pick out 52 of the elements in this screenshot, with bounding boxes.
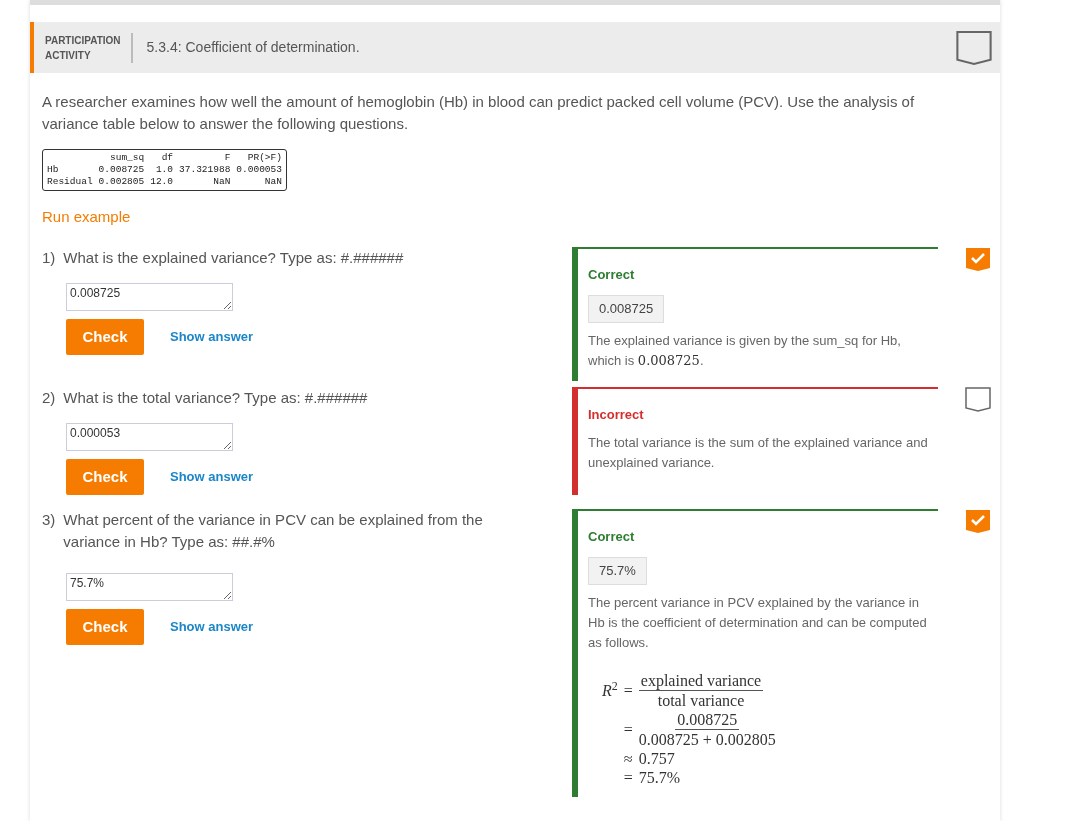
feedback-status: Correct bbox=[588, 266, 636, 284]
formula-operator: ≈ bbox=[623, 749, 633, 768]
explanation-text: The percent variance in PCV explained by the variance in Hb is the coefficient of determination and can be computed as follows. bbox=[588, 594, 928, 652]
show-answer-link[interactable]: Show answer bbox=[170, 617, 254, 637]
table-cell: 0.000053 bbox=[230, 164, 282, 176]
row-label: Residual bbox=[47, 176, 93, 188]
feedback-status: Incorrect bbox=[588, 406, 645, 424]
fraction-numerator: 0.008725 bbox=[675, 710, 740, 730]
show-answer-link[interactable]: Show answer bbox=[170, 467, 254, 487]
activity-type-label: PARTICIPATION ACTIVITY bbox=[45, 32, 133, 63]
table-cell: 37.321988 bbox=[173, 164, 231, 176]
table-cell: NaN bbox=[173, 176, 231, 188]
question-text: What is the explained variance? Type as: #.###### bbox=[63, 248, 404, 268]
table-cell: 12.0 bbox=[144, 176, 174, 188]
feedback-status: Correct bbox=[588, 528, 636, 546]
table-cell: 1.0 bbox=[144, 164, 174, 176]
explanation-text: The total variance is the sum of the explained variance and unexplained variance. bbox=[588, 434, 928, 472]
check-button[interactable]: Check bbox=[66, 609, 144, 645]
column-header: sum_sq bbox=[109, 152, 145, 164]
row-label: Hb bbox=[47, 164, 60, 176]
explanation-text: The explained variance is given by the sum_sq for Hb, which is 0.008725. bbox=[588, 332, 902, 370]
table-cell-text: 0.008725 bbox=[97, 164, 145, 176]
column-header: F bbox=[173, 152, 231, 164]
fraction-numerator: explained variance bbox=[638, 671, 764, 691]
formula-operator: = bbox=[623, 768, 633, 787]
run-example-link[interactable]: Run example bbox=[42, 206, 131, 229]
question-number: 1) bbox=[42, 248, 56, 268]
check-button[interactable]: Check bbox=[66, 319, 144, 355]
intro-paragraph: A researcher examines how well the amount of hemoglobin (Hb) in blood can predict packed cell volume (PCV). Use the analysis of variance table below to answer the following questions. bbox=[42, 92, 916, 134]
formula-operator: = bbox=[623, 681, 633, 700]
check-button[interactable]: Check bbox=[66, 459, 144, 495]
answer-field[interactable]: 0.008725 bbox=[66, 283, 233, 311]
answer-field[interactable]: 75.7% bbox=[66, 573, 233, 601]
fraction-denominator: 0.008725 + 0.002805 bbox=[638, 730, 776, 749]
correct-answer: 75.7% bbox=[588, 557, 647, 585]
fraction-denominator: total variance bbox=[657, 691, 745, 710]
question-number: 3) bbox=[42, 510, 56, 530]
column-header: df bbox=[144, 152, 174, 164]
answer-field[interactable]: 0.000053 bbox=[66, 423, 233, 451]
formula-operator: = bbox=[623, 720, 633, 739]
table-cell: NaN bbox=[230, 176, 282, 188]
question-number: 2) bbox=[42, 388, 56, 408]
question-text: What percent of the variance in PCV can be explained from the variance in Hb? Type as: ##.#% bbox=[63, 510, 484, 552]
activity-title: 5.3.4: Coefficient of determination. bbox=[145, 38, 361, 57]
question-text: What is the total variance? Type as: #.###### bbox=[63, 388, 368, 408]
formula-value: 75.7% bbox=[638, 768, 681, 787]
formula-value: 0.757 bbox=[638, 749, 675, 768]
formula-lhs: R$^{2}$ bbox=[602, 681, 618, 700]
column-header: PR(>F) bbox=[230, 152, 282, 164]
show-answer-link[interactable]: Show answer bbox=[170, 327, 254, 347]
correct-answer: 0.008725 bbox=[588, 295, 665, 323]
table-cell: 0.002805 bbox=[92, 176, 145, 188]
